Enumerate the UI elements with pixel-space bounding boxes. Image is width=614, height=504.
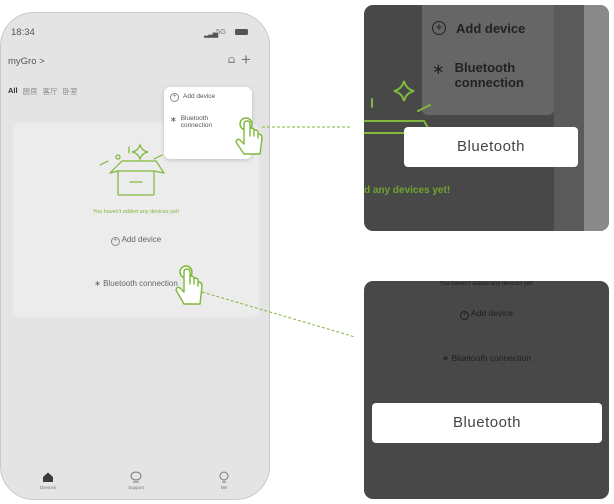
tap-hand-icon [175,265,203,305]
add-device-label: Add device [121,235,162,244]
menu-bluetooth-line1: Bluetooth [180,115,209,122]
battery-icon [235,29,248,35]
home-icon [43,472,53,482]
zoom-panel-edge [584,5,609,231]
plus-icon[interactable]: + [241,51,251,68]
zoom-add-device-label: Add device [470,308,513,318]
zoom-bluetooth-connection-label: Bluetooth connection [451,353,531,363]
home-selector[interactable]: myGro > [8,56,45,67]
tab-support-label: Support [128,485,144,490]
menu-bluetooth-connection[interactable]: ∗ Bluetooth connection [170,115,212,129]
network-type: 5G [216,27,227,36]
plus-circle-icon: + [170,93,179,102]
menu-add-device-label: Add device [183,93,216,100]
zoom-menu-bluetooth-line1: Bluetooth [454,60,516,75]
zoom-menu-add-device[interactable]: + Add device [432,21,525,36]
zoom-empty-message: You haven't added any devices yet! [439,281,534,287]
room-tab-all[interactable]: All [8,86,18,97]
zoom-bluetooth-connection-button[interactable]: ∗ Bluetooth connection [364,353,609,364]
plus-circle-icon: + [460,311,470,320]
empty-state-message: You haven't added any devices yet! [92,209,180,215]
room-tab-kitchen[interactable]: 厨房 [23,86,38,97]
bluetooth-icon: ∗ [432,61,445,78]
zoom-panel-strip [554,5,584,231]
phone-screen: 18:34 ▂▃▅ 5G myGro > + All 厨房 客厅 卧室 You … [0,12,270,500]
zoom-menu-bluetooth-line2: connection [454,75,524,90]
zoom-menu-bluetooth-label: Bluetooth connection [455,60,524,90]
room-tab-bedroom[interactable]: 卧室 [63,86,78,97]
zoom-menu-bluetooth[interactable]: ∗ Bluetooth connection [432,60,524,90]
tab-support[interactable]: Support [111,471,161,490]
zoom-panel-top: + Add device ∗ Bluetooth connection d an… [364,5,609,231]
bluetooth-callout-label: Bluetooth [372,403,602,443]
add-device-button[interactable]: + Add device [13,235,259,246]
menu-bluetooth-label: Bluetooth connection [181,115,212,129]
bottom-tab-bar: Devices Support Me [1,471,269,499]
tab-devices-label: Devices [39,485,56,490]
room-tabs: All 厨房 客厅 卧室 [8,86,78,97]
me-icon [219,471,229,483]
zoom-add-device-button[interactable]: + Add device [364,308,609,320]
plus-circle-icon: + [432,21,446,35]
tab-me[interactable]: Me [199,471,249,490]
menu-add-device[interactable]: + Add device [170,93,215,102]
zoom-empty-message: d any devices yet! [364,185,451,196]
bluetooth-icon: ∗ [442,353,450,363]
status-time: 18:34 [11,27,35,38]
room-tab-living-room[interactable]: 客厅 [43,86,58,97]
bell-icon[interactable] [227,56,236,65]
bluetooth-icon: ∗ [94,279,101,288]
zoom-panel-bottom: You haven't added any devices yet! + Add… [364,281,609,499]
tab-me-label: Me [220,485,228,490]
zoom-menu-add-device-label: Add device [456,21,526,36]
menu-bluetooth-line2: connection [180,122,213,129]
bluetooth-connection-button[interactable]: ∗ Bluetooth connection [13,279,259,288]
bluetooth-callout-label: Bluetooth [404,127,578,167]
tab-devices[interactable]: Devices [23,471,73,490]
tap-hand-icon [235,117,263,155]
support-icon [130,471,142,483]
plus-circle-icon: + [110,237,120,246]
bluetooth-icon: ∗ [170,115,177,124]
bluetooth-connection-label: Bluetooth connection [103,279,178,288]
